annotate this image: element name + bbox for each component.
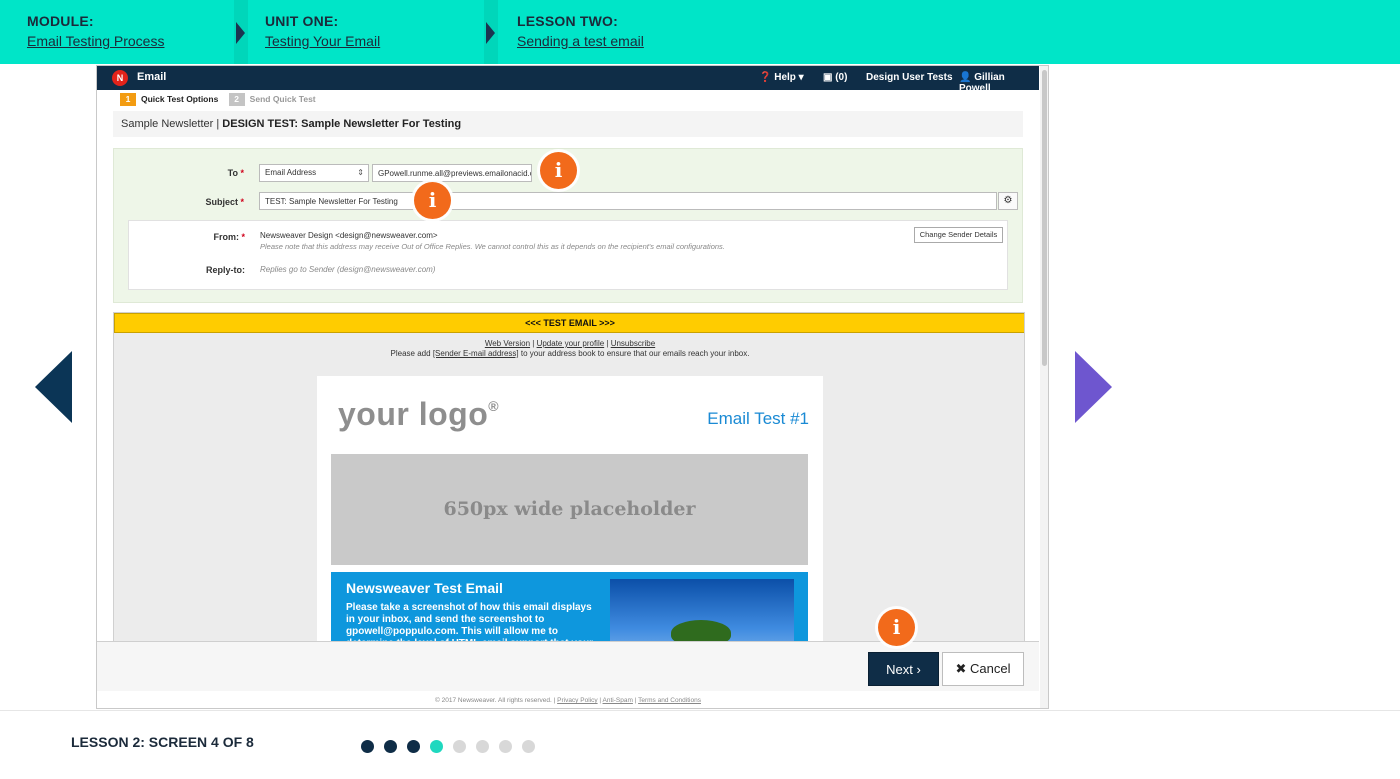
breadcrumb-module: MODULE: Email Testing Process <box>27 13 164 49</box>
email-preview: <<< TEST EMAIL >>> Web Version | Update … <box>113 312 1025 642</box>
reply-to-label: Reply-to: <box>206 265 245 275</box>
breadcrumb-separator <box>234 0 248 64</box>
from-note: Please note that this address may receiv… <box>260 242 725 251</box>
progress-dot-2[interactable] <box>384 740 397 754</box>
breadcrumb-module-link[interactable]: Email Testing Process <box>27 33 164 49</box>
to-address-input[interactable]: GPowell.runme.all@previews.emailonacid.c <box>372 164 532 182</box>
feature-title: Newsweaver Test Email <box>346 580 503 596</box>
progress-dot-5[interactable] <box>453 740 466 754</box>
to-label: To * <box>227 168 244 178</box>
web-version-link[interactable]: Web Version <box>485 339 530 348</box>
feature-block: Newsweaver Test Email Please take a scre… <box>331 572 808 641</box>
page-title-prefix: Sample Newsletter | <box>121 118 223 130</box>
cancel-button[interactable]: ✖ Cancel <box>942 652 1024 686</box>
test-email-banner: <<< TEST EMAIL >>> <box>114 313 1024 333</box>
divider <box>0 710 1400 711</box>
change-sender-details-button[interactable]: Change Sender Details <box>914 227 1003 243</box>
breadcrumb-unit-link[interactable]: Testing Your Email <box>265 33 380 49</box>
progress-dot-4[interactable] <box>430 740 443 754</box>
page-title: Sample Newsletter | DESIGN TEST: Sample … <box>113 111 1023 137</box>
step-number-badge: 1 <box>120 93 136 106</box>
terms-link[interactable]: Terms and Conditions <box>638 697 701 704</box>
newsweaver-logo-icon: N <box>112 70 128 86</box>
to-type-select-value: Email Address <box>265 168 317 177</box>
info-hotspot-icon[interactable]: i <box>540 152 577 189</box>
unsubscribe-link[interactable]: Unsubscribe <box>611 339 655 348</box>
breadcrumb-lesson-key: LESSON TWO: <box>517 13 618 29</box>
next-screen-arrow-icon[interactable] <box>1075 351 1112 423</box>
breadcrumb-lesson-link[interactable]: Sending a test email <box>517 33 644 49</box>
action-bar: Next › ✖ Cancel <box>97 641 1039 691</box>
app-title: Email <box>137 71 167 83</box>
breadcrumb-separator <box>484 0 498 64</box>
update-profile-link[interactable]: Update your profile <box>537 339 605 348</box>
subject-label: Subject * <box>205 197 244 207</box>
select-arrows-icon: ⇕ <box>357 168 364 177</box>
wizard-step-2[interactable]: 2 Send Quick Test <box>228 93 316 106</box>
progress-dot-7[interactable] <box>499 740 512 754</box>
breadcrumb-unit-key: UNIT ONE: <box>265 13 339 29</box>
progress-dot-1[interactable] <box>361 740 374 754</box>
wizard-step-1[interactable]: 1 Quick Test Options <box>120 93 218 106</box>
step-number-badge: 2 <box>228 93 245 106</box>
sender-email-link[interactable]: [Sender E-mail address] <box>433 349 519 358</box>
from-label: From: * <box>213 232 245 242</box>
progress-dot-3[interactable] <box>407 740 420 754</box>
info-hotspot-icon[interactable]: i <box>414 182 451 219</box>
address-book-note: Please add [Sender E-mail address] to yo… <box>390 349 750 358</box>
progress-dot-6[interactable] <box>476 740 489 754</box>
from-value: Newsweaver Design <design@newsweaver.com… <box>260 231 438 240</box>
chevron-right-icon <box>486 22 495 44</box>
progress-dot-8[interactable] <box>522 740 535 754</box>
progress-dots <box>361 738 545 756</box>
next-button[interactable]: Next › <box>868 652 939 686</box>
email-title: Email Test #1 <box>707 409 809 428</box>
breadcrumb-module-key: MODULE: <box>27 13 94 29</box>
feature-body: Please take a screenshot of how this ema… <box>346 602 593 641</box>
tree-illustration <box>671 620 731 641</box>
notifications-button[interactable]: ▣ (0) <box>823 72 847 83</box>
sender-details-panel: From: * Newsweaver Design <design@newswe… <box>128 220 1008 290</box>
wizard-steps: 1 Quick Test Options 2 Send Quick Test <box>120 93 324 106</box>
progress-label: LESSON 2: SCREEN 4 OF 8 <box>71 734 254 750</box>
previous-screen-arrow-icon[interactable] <box>35 351 72 423</box>
help-menu[interactable]: ❓ Help ▾ <box>759 72 804 83</box>
app-header: N Email ❓ Help ▾ ▣ (0) Design User Tests… <box>97 66 1039 94</box>
app-footer: © 2017 Newsweaver. All rights reserved. … <box>97 692 1039 708</box>
anti-spam-link[interactable]: Anti-Spam <box>603 697 633 704</box>
privacy-policy-link[interactable]: Privacy Policy <box>557 697 597 704</box>
gear-icon[interactable]: ⚙ <box>998 192 1018 210</box>
chevron-right-icon <box>236 22 245 44</box>
subject-input[interactable]: TEST: Sample Newsletter For Testing <box>259 192 997 210</box>
step-label: Quick Test Options <box>141 94 219 104</box>
page-title-bold: DESIGN TEST: Sample Newsletter For Testi… <box>222 118 462 130</box>
email-body: your logo® Email Test #1 650px wide plac… <box>317 376 823 641</box>
info-hotspot-icon[interactable]: i <box>878 609 915 646</box>
reply-to-value: Replies go to Sender (design@newsweaver.… <box>260 265 436 274</box>
image-placeholder: 650px wide placeholder <box>331 454 808 565</box>
lesson-breadcrumb-bar: MODULE: Email Testing Process UNIT ONE: … <box>0 0 1400 64</box>
email-logo: your logo® <box>338 396 500 432</box>
user-menu[interactable]: 👤 Gillian Powell <box>959 72 1039 94</box>
breadcrumb-lesson: LESSON TWO: Sending a test email <box>517 13 644 49</box>
step-label: Send Quick Test <box>249 94 316 104</box>
to-type-select[interactable]: Email Address ⇕ <box>259 164 369 182</box>
breadcrumb-unit: UNIT ONE: Testing Your Email <box>265 13 380 49</box>
preheader-links: Web Version | Update your profile | Unsu… <box>484 339 656 348</box>
scrollbar-thumb[interactable] <box>1042 70 1047 366</box>
account-name[interactable]: Design User Tests <box>866 72 953 83</box>
